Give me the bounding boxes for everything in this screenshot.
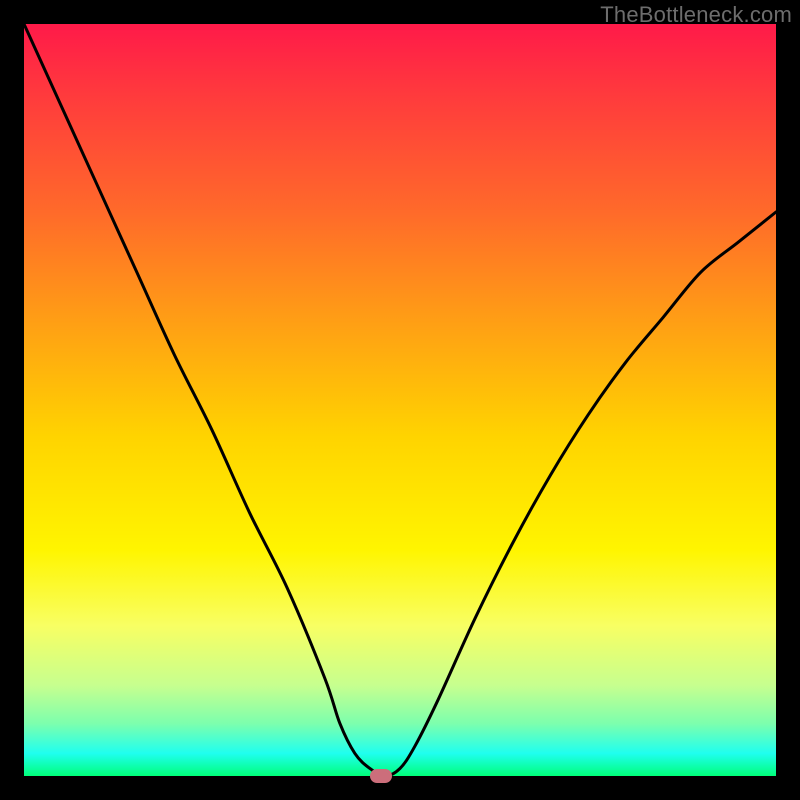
chart-plot-area [24, 24, 776, 776]
chart-frame: TheBottleneck.com [0, 0, 800, 800]
bottleneck-curve [24, 24, 776, 776]
minimum-marker [370, 769, 392, 783]
